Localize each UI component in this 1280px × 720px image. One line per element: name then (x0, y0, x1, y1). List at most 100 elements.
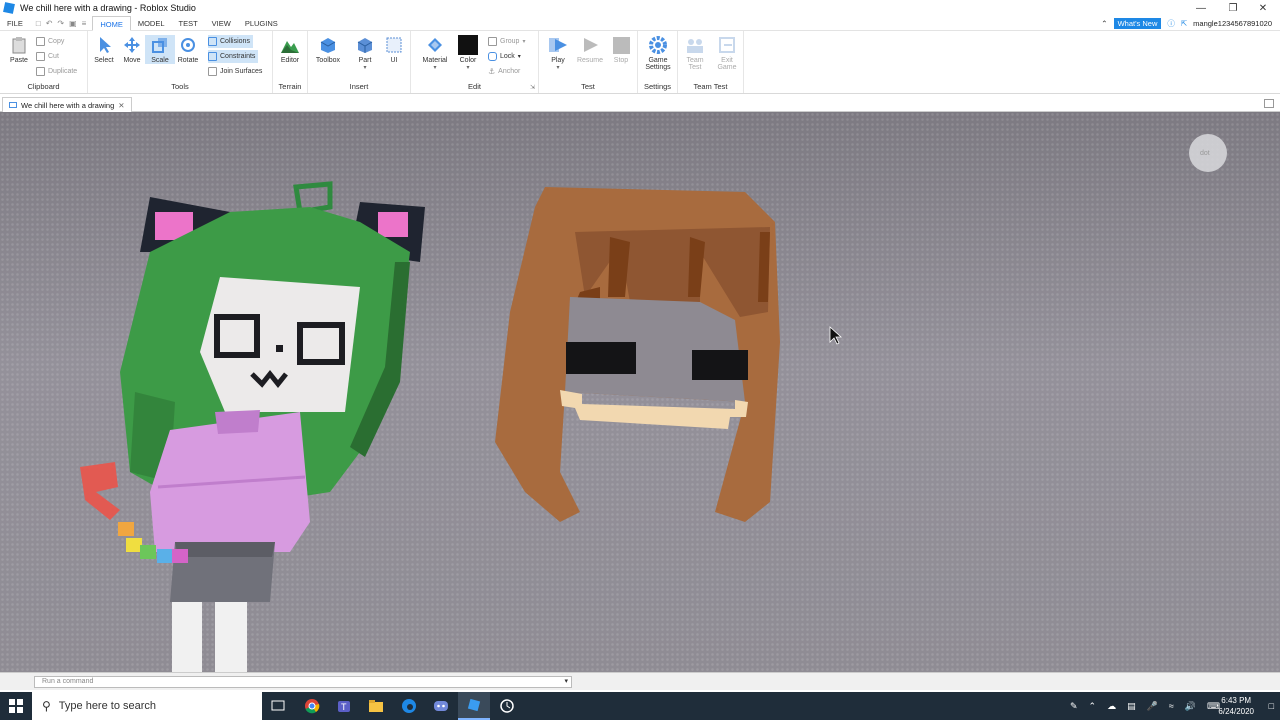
move-button[interactable]: Move (117, 35, 147, 64)
game-settings-button[interactable]: Game Settings (642, 35, 674, 71)
discord-icon[interactable] (425, 692, 457, 720)
collapse-ribbon-icon[interactable]: ⌃ (1101, 19, 1107, 28)
tab-test[interactable]: TEST (172, 16, 205, 31)
lock-dropdown-icon[interactable]: ▾ (518, 53, 521, 60)
play-dropdown-icon[interactable]: ▾ (543, 64, 573, 71)
resume-button[interactable]: Resume (575, 35, 605, 64)
edge-icon[interactable] (393, 692, 425, 720)
green-hair-character[interactable] (80, 181, 425, 672)
anchor-button[interactable]: ⚓ Anchor (488, 65, 520, 78)
copy-button[interactable]: Copy (36, 35, 64, 48)
material-button[interactable]: Material ▾ (420, 35, 450, 71)
document-tab-bar: We chill here with a drawing ✕ (0, 96, 1280, 112)
restore-icon[interactable]: ❐ (1218, 0, 1248, 16)
clipboard-group-label: Clipboard (27, 82, 60, 91)
constraints-toggle[interactable]: Constraints (208, 50, 259, 63)
save-icon[interactable]: ▣ (69, 19, 77, 28)
quick-access-toolbar: □ ↶ ↷ ▣ ≡ (30, 19, 92, 28)
collisions-toggle[interactable]: Collisions (208, 35, 253, 48)
tab-home[interactable]: HOME (92, 15, 131, 31)
3d-viewport[interactable]: dot (0, 112, 1280, 672)
join-surfaces-toggle[interactable]: Join Surfaces (208, 65, 262, 78)
group-button[interactable]: Group ▾ (488, 35, 525, 48)
material-dropdown-icon[interactable]: ▾ (420, 64, 450, 71)
play-label: Play (551, 57, 565, 64)
part-label: Part (358, 57, 372, 64)
command-bar: Run a command ▾ (0, 672, 1280, 690)
lock-button[interactable]: Lock ▾ (488, 50, 521, 63)
scene-drawing: dot (80, 134, 1227, 672)
file-explorer-icon[interactable] (360, 692, 392, 720)
part-button[interactable]: Part ▾ (350, 35, 380, 71)
terrain-editor-button[interactable]: Editor (275, 35, 305, 64)
volume-icon[interactable]: 🔊 (1185, 701, 1196, 712)
color-button[interactable]: Color ▾ (453, 35, 483, 71)
rotate-button[interactable]: Rotate (173, 35, 203, 64)
show-hidden-icons[interactable]: ⌃ (1089, 701, 1097, 712)
pen-workspace-icon[interactable]: ✎ (1070, 701, 1078, 712)
notifications-icon[interactable]: □ (1269, 692, 1274, 720)
toolbox-button[interactable]: Toolbox (313, 35, 343, 64)
tab-plugins[interactable]: PLUGINS (238, 16, 285, 31)
team-test-button[interactable]: Team Test (680, 35, 710, 71)
customize-icon[interactable]: ≡ (82, 19, 87, 28)
stop-button[interactable]: Stop (606, 35, 636, 64)
team-test-label-2: Test (688, 64, 702, 71)
exit-game-button[interactable]: Exit Game (712, 35, 742, 71)
tab-view[interactable]: VIEW (205, 16, 238, 31)
scale-button[interactable]: Scale (145, 35, 175, 64)
ui-button[interactable]: UI (379, 35, 409, 64)
title-bar: We chill here with a drawing - Roblox St… (0, 0, 1280, 16)
teams-icon[interactable]: T (328, 692, 360, 720)
duplicate-button[interactable]: Duplicate (36, 65, 77, 78)
command-input[interactable]: Run a command ▾ (34, 676, 572, 688)
team-test-icon (685, 35, 705, 55)
group-dropdown-icon[interactable]: ▾ (522, 38, 525, 45)
scale-icon (150, 35, 170, 55)
windows-start-icon[interactable] (0, 692, 32, 720)
maximize-viewport-icon[interactable] (1264, 99, 1274, 108)
help-icon[interactable]: ⓘ (1167, 18, 1175, 29)
command-input-placeholder: Run a command (42, 678, 94, 685)
paste-button[interactable]: Paste (4, 35, 34, 64)
command-dropdown-icon[interactable]: ▾ (564, 677, 568, 687)
part-dropdown-icon[interactable]: ▾ (350, 64, 380, 71)
close-tab-icon[interactable]: ✕ (118, 101, 124, 110)
brown-hair-face[interactable] (495, 187, 780, 522)
chrome-icon[interactable] (296, 692, 328, 720)
minimize-icon[interactable]: — (1186, 0, 1216, 16)
color-dropdown-icon[interactable]: ▾ (453, 64, 483, 71)
new-file-icon[interactable]: □ (36, 19, 41, 28)
tab-model[interactable]: MODEL (131, 16, 172, 31)
close-icon[interactable]: ✕ (1248, 0, 1278, 16)
test-group-label: Test (581, 82, 595, 91)
roblox-studio-taskbar-icon[interactable] (458, 692, 490, 720)
select-button[interactable]: Select (89, 35, 119, 64)
share-icon[interactable]: ⇱ (1181, 19, 1187, 28)
edit-expand-icon[interactable]: ⇲ (530, 84, 535, 91)
username[interactable]: mangle1234567891020 (1193, 19, 1272, 28)
wifi-icon[interactable]: ≈ (1169, 701, 1174, 711)
network-icon[interactable]: ▤ (1127, 701, 1136, 712)
onedrive-icon[interactable]: ☁ (1107, 701, 1116, 712)
redo-icon[interactable]: ↷ (57, 19, 64, 28)
undo-icon[interactable]: ↶ (46, 19, 53, 28)
task-view-icon[interactable] (262, 692, 294, 720)
taskbar-search-box[interactable]: ⚲ Type here to search (32, 692, 262, 720)
whats-new-button[interactable]: What's New (1113, 18, 1162, 29)
tools-group: Select Move Scale Rotate Collisions Cons… (88, 31, 273, 93)
cut-button[interactable]: Cut (36, 50, 59, 63)
roblox-player-icon[interactable] (491, 692, 523, 720)
taskbar-clock[interactable]: 6:43 PM 6/24/2020 (1218, 695, 1254, 717)
material-label: Material (422, 57, 448, 64)
collisions-icon (208, 37, 217, 46)
svg-text:dot: dot (1200, 150, 1210, 157)
duplicate-icon (36, 67, 45, 76)
document-tab[interactable]: We chill here with a drawing ✕ (2, 97, 132, 112)
exit-game-label-1: Exit (721, 57, 733, 64)
play-button[interactable]: Play ▾ (543, 35, 573, 71)
microphone-icon[interactable]: 🎤 (1147, 701, 1158, 712)
file-menu[interactable]: FILE (0, 16, 30, 31)
place-icon (9, 102, 17, 108)
view-selector-gizmo[interactable]: dot (1189, 134, 1227, 172)
